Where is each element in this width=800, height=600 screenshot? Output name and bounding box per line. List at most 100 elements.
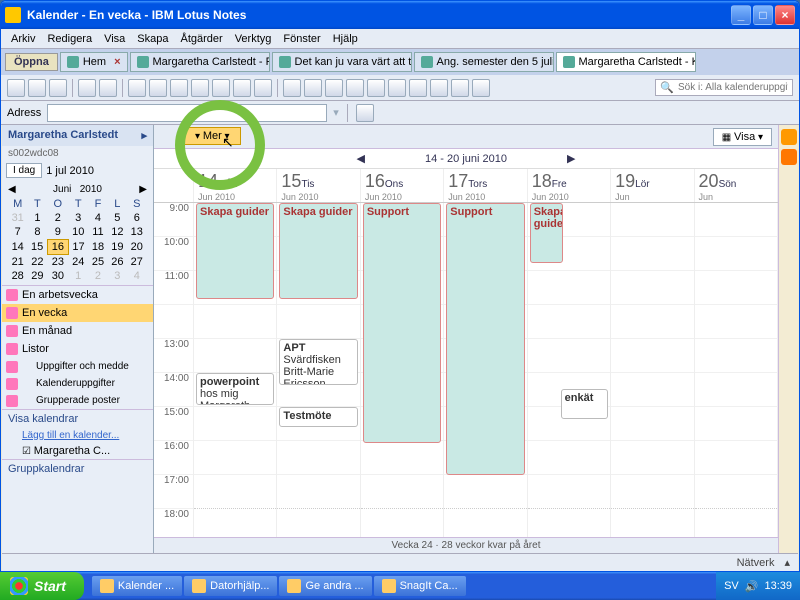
toolbar-button[interactable]	[191, 79, 209, 97]
tray-icon[interactable]: 🔊	[745, 580, 759, 593]
mer-button[interactable]: ▾ Mer ▾	[184, 127, 241, 145]
event[interactable]: APTSvärdfisken Britt-Marie Ericsson	[279, 339, 357, 385]
toolbar-button[interactable]	[7, 79, 25, 97]
mini-calendar-grid[interactable]: MTOTFLS 31123456 78910111213 14151617181…	[8, 197, 147, 283]
toolbar-button[interactable]	[99, 79, 117, 97]
day-header[interactable]: 14MånJun 2010	[194, 169, 277, 202]
day-header[interactable]: 17TorsJun 2010	[444, 169, 527, 202]
day-header[interactable]: 18FreJun 2010	[528, 169, 611, 202]
menu-fonster[interactable]: Fönster	[277, 31, 326, 47]
tab-calendar[interactable]: Margaretha Carlstedt - Ka...×	[556, 52, 696, 72]
tab-hem[interactable]: Hem×	[60, 52, 128, 72]
day-wed[interactable]: Support	[361, 203, 444, 543]
toolbar-button[interactable]	[325, 79, 343, 97]
toolbar-button[interactable]	[451, 79, 469, 97]
search-box[interactable]: 🔍	[655, 79, 793, 96]
clock[interactable]: 13:39	[764, 580, 792, 592]
close-button[interactable]: ×	[775, 5, 795, 25]
address-input[interactable]	[47, 104, 327, 122]
go-button[interactable]	[356, 104, 374, 122]
toolbar-button[interactable]	[367, 79, 385, 97]
right-sidebar	[778, 125, 798, 553]
toolbar-button[interactable]	[128, 79, 146, 97]
next-week-icon[interactable]: ▶	[567, 152, 575, 165]
my-calendar-check[interactable]: ☑ Margaretha C...	[2, 443, 153, 459]
toolbar-button[interactable]	[170, 79, 188, 97]
toolbar-button[interactable]	[283, 79, 301, 97]
sidebar-icon[interactable]	[781, 129, 797, 145]
open-button[interactable]: Öppna	[5, 53, 58, 71]
day-header[interactable]: 15TisJun 2010	[277, 169, 360, 202]
show-calendars-header[interactable]: Visa kalendrar	[2, 410, 153, 428]
search-input[interactable]	[678, 82, 788, 93]
collapse-icon[interactable]: ▸	[141, 129, 147, 142]
tab-post[interactable]: Margaretha Carlstedt - Post×	[130, 52, 270, 72]
toolbar-button[interactable]	[233, 79, 251, 97]
event[interactable]: Support	[446, 203, 524, 475]
toolbar-button[interactable]	[409, 79, 427, 97]
system-tray[interactable]: SV 🔊 13:39	[716, 572, 800, 600]
event[interactable]: enkät	[561, 389, 608, 419]
prev-month-icon[interactable]: ◀	[8, 184, 16, 195]
menu-hjalp[interactable]: Hjälp	[327, 31, 364, 47]
next-month-icon[interactable]: ▶	[139, 184, 147, 195]
menu-redigera[interactable]: Redigera	[41, 31, 98, 47]
sidebar-item-tasks[interactable]: Uppgifter och medde	[2, 358, 153, 375]
event[interactable]: powerpointhos mig Margareth	[196, 373, 274, 405]
toolbar-button[interactable]	[149, 79, 167, 97]
today-button[interactable]: I dag	[6, 163, 42, 178]
maximize-button[interactable]: □	[753, 5, 773, 25]
day-fri[interactable]: Skapa guider enkät	[528, 203, 611, 543]
toolbar-button[interactable]	[254, 79, 272, 97]
toolbar-button[interactable]	[78, 79, 96, 97]
taskbar-item[interactable]: Datorhjälp...	[184, 576, 277, 596]
toolbar-button[interactable]	[346, 79, 364, 97]
day-thu[interactable]: Support	[444, 203, 527, 543]
event[interactable]: Skapa guider	[196, 203, 274, 299]
add-calendar-link[interactable]: Lägg till en kalender...	[2, 428, 153, 443]
start-button[interactable]: Start	[0, 572, 84, 600]
menu-visa[interactable]: Visa	[98, 31, 131, 47]
menu-skapa[interactable]: Skapa	[131, 31, 174, 47]
toolbar-button[interactable]	[212, 79, 230, 97]
taskbar-item[interactable]: Ge andra ...	[279, 576, 371, 596]
sidebar-item-grouped[interactable]: Grupperade poster	[2, 392, 153, 409]
sidebar-item-calentry[interactable]: Kalenderuppgifter	[2, 375, 153, 392]
day-header[interactable]: 19LörJun	[611, 169, 694, 202]
menu-arkiv[interactable]: Arkiv	[5, 31, 41, 47]
toolbar-button[interactable]	[49, 79, 67, 97]
prev-week-icon[interactable]: ◀	[357, 152, 365, 165]
sidebar-item-lists[interactable]: Listor	[2, 340, 153, 358]
toolbar-button[interactable]	[388, 79, 406, 97]
event[interactable]: Support	[363, 203, 441, 443]
toolbar-button[interactable]	[28, 79, 46, 97]
menu-verktyg[interactable]: Verktyg	[229, 31, 278, 47]
lang-indicator[interactable]: SV	[724, 580, 739, 592]
rss-icon[interactable]	[781, 149, 797, 165]
day-tue[interactable]: Skapa guider APTSvärdfisken Britt-Marie …	[277, 203, 360, 543]
group-calendars-header[interactable]: Gruppkalendrar	[2, 460, 153, 478]
mail-icon	[137, 56, 149, 68]
toolbar-button[interactable]	[304, 79, 322, 97]
visa-button[interactable]: ▦ Visa ▾	[713, 128, 772, 146]
tab-msg1[interactable]: Det kan ju vara värt att t...×	[272, 52, 412, 72]
tab-msg2[interactable]: Ang. semester den 5 juli t...×	[414, 52, 554, 72]
sidebar-item-workweek[interactable]: En arbetsvecka	[2, 286, 153, 304]
day-header[interactable]: 20SönJun	[695, 169, 778, 202]
day-header[interactable]: 16OnsJun 2010	[361, 169, 444, 202]
event[interactable]: Testmöte	[279, 407, 357, 427]
toolbar-button[interactable]	[430, 79, 448, 97]
event[interactable]: Skapa guider	[279, 203, 357, 299]
day-mon[interactable]: Skapa guider powerpointhos mig Margareth	[194, 203, 277, 543]
minimize-button[interactable]: _	[731, 5, 751, 25]
sidebar-item-month[interactable]: En månad	[2, 322, 153, 340]
taskbar-item[interactable]: SnagIt Ca...	[374, 576, 466, 596]
taskbar-item[interactable]: Kalender ...	[92, 576, 182, 596]
menu-atgarder[interactable]: Åtgärder	[175, 31, 229, 47]
close-icon[interactable]: ×	[114, 56, 120, 68]
event[interactable]: Skapa guider	[530, 203, 563, 263]
toolbar-button[interactable]	[472, 79, 490, 97]
day-sat[interactable]	[611, 203, 694, 543]
sidebar-item-week[interactable]: En vecka	[2, 304, 153, 322]
day-sun[interactable]	[695, 203, 778, 543]
